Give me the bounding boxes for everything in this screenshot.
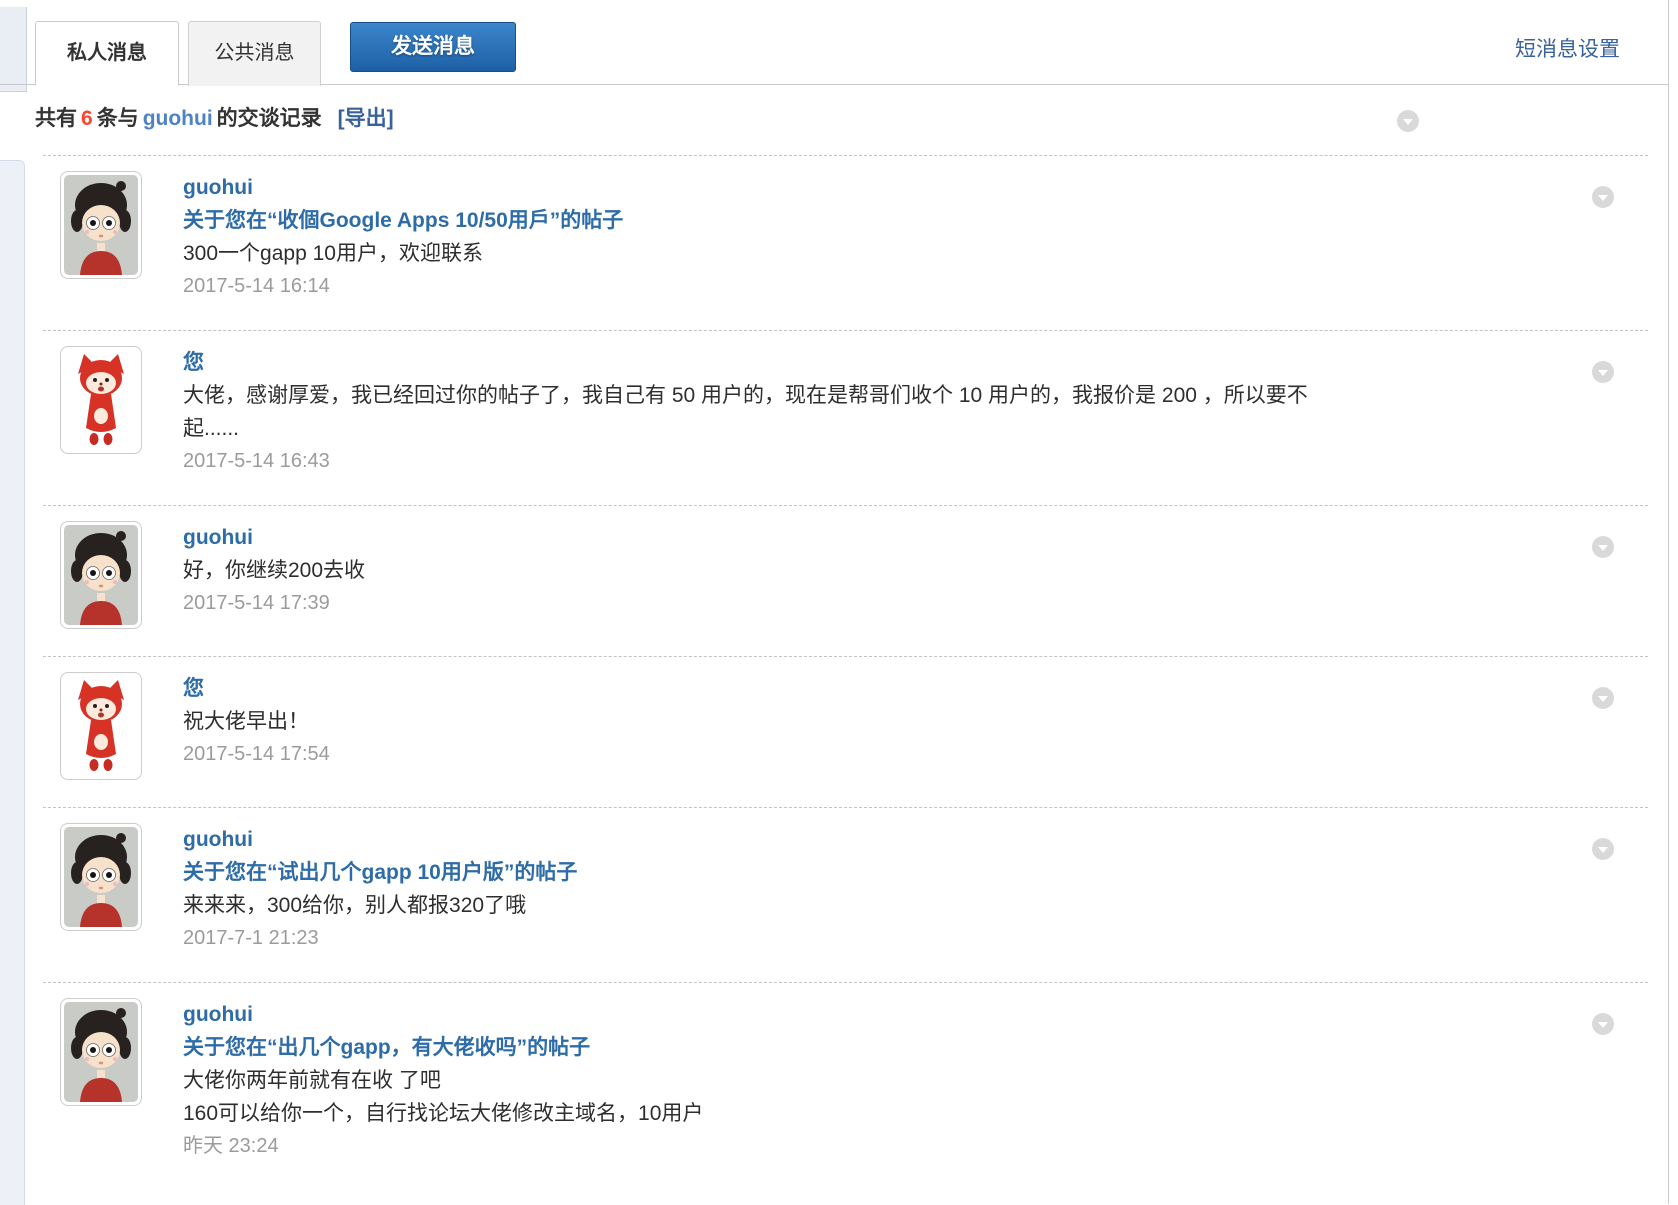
row-dropdown-arrow-icon[interactable]	[1592, 1013, 1614, 1035]
chevron-down-icon	[1403, 119, 1413, 125]
chevron-down-icon	[1598, 195, 1608, 201]
fox-avatar-icon	[64, 676, 138, 776]
sender-name-link[interactable]: guohui	[183, 823, 577, 856]
chevron-down-icon	[1598, 847, 1608, 853]
message-subject-link[interactable]: 关于您在“试出几个gapp 10用户版”的帖子	[183, 856, 577, 889]
background-panel-fragment-bottom	[0, 160, 25, 1205]
chevron-down-icon	[1598, 1022, 1608, 1028]
message-row: 您 大佬，感谢厚爱，我已经回过你的帖子了，我自己有 50 用户的，现在是帮哥们收…	[43, 330, 1648, 505]
chevron-down-icon	[1598, 696, 1608, 702]
fox-avatar-icon	[64, 350, 138, 450]
message-text: 来来来，300给你，别人都报320了哦	[183, 894, 527, 917]
chevron-down-icon	[1598, 370, 1608, 376]
message-text: 大佬你两年前就有在收 了吧	[183, 1069, 441, 1092]
row-dropdown-arrow-icon[interactable]	[1592, 186, 1614, 208]
avatar[interactable]	[60, 521, 142, 629]
row-dropdown-arrow-icon[interactable]	[1592, 361, 1614, 383]
message-row: guohui 关于您在“出几个gapp，有大佬收吗”的帖子 大佬你两年前就有在收…	[43, 982, 1648, 1190]
message-row: guohui 关于您在“收個Google Apps 10/50用戶”的帖子 30…	[43, 155, 1648, 330]
message-time: 2017-5-14 16:14	[183, 275, 330, 297]
conversation-summary: 共有 6 条与 guohui 的交谈记录 [导出]	[35, 86, 394, 152]
avatar[interactable]	[60, 171, 142, 279]
pm-settings-link[interactable]: 短消息设置	[1515, 33, 1620, 63]
message-subject-link[interactable]: 关于您在“收個Google Apps 10/50用戶”的帖子	[183, 204, 623, 237]
message-time: 2017-5-14 16:43	[183, 450, 330, 472]
boy-avatar-icon	[64, 827, 138, 927]
message-content: guohui 关于您在“出几个gapp，有大佬收吗”的帖子 大佬你两年前就有在收…	[183, 998, 703, 1163]
message-content: guohui 关于您在“收個Google Apps 10/50用戶”的帖子 30…	[183, 171, 623, 303]
message-time: 2017-5-14 17:54	[183, 743, 330, 765]
row-dropdown-arrow-icon[interactable]	[1592, 687, 1614, 709]
tab-private-messages[interactable]: 私人消息	[35, 21, 179, 86]
avatar[interactable]	[60, 823, 142, 931]
send-message-button[interactable]: 发送消息	[350, 22, 516, 72]
sender-name-link[interactable]: 您	[183, 346, 1313, 379]
message-text: 300一个gapp 10用户，欢迎联系	[183, 242, 483, 265]
message-text: 160可以给你一个，自行找论坛大佬修改主域名，10用户	[183, 1102, 704, 1125]
chevron-down-icon	[1598, 545, 1608, 551]
boy-avatar-icon	[64, 175, 138, 275]
message-row: 您 祝大佬早出！ 2017-5-14 17:54	[43, 656, 1648, 807]
message-list: guohui 关于您在“收個Google Apps 10/50用戶”的帖子 30…	[43, 155, 1648, 1190]
message-content: guohui 关于您在“试出几个gapp 10用户版”的帖子 来来来，300给你…	[183, 823, 577, 955]
avatar[interactable]	[60, 346, 142, 454]
boy-avatar-icon	[64, 1002, 138, 1102]
message-time: 昨天 23:24	[183, 1135, 279, 1157]
message-text: 好，你继续200去收	[183, 559, 366, 582]
message-row: guohui 好，你继续200去收 2017-5-14 17:39	[43, 505, 1648, 656]
content-right-border	[1668, 0, 1669, 1204]
row-dropdown-arrow-icon[interactable]	[1592, 536, 1614, 558]
message-time: 2017-7-1 21:23	[183, 927, 319, 949]
summary-middle: 条与	[96, 107, 139, 130]
conversation-summary-row: 共有 6 条与 guohui 的交谈记录 [导出]	[0, 86, 1668, 155]
message-count: 6	[81, 107, 93, 130]
sender-name-link[interactable]: guohui	[183, 998, 703, 1031]
sender-name-link[interactable]: guohui	[183, 171, 623, 204]
sender-name-link[interactable]: guohui	[183, 521, 365, 554]
tab-bar: 私人消息 公共消息 发送消息 短消息设置	[0, 0, 1668, 86]
message-text: 大佬，感谢厚爱，我已经回过你的帖子了，我自己有 50 用户的，现在是帮哥们收个 …	[183, 384, 1308, 440]
avatar[interactable]	[60, 672, 142, 780]
row-dropdown-arrow-icon[interactable]	[1592, 838, 1614, 860]
tab-public-messages[interactable]: 公共消息	[188, 21, 321, 86]
summary-prefix: 共有	[35, 107, 77, 130]
message-row: guohui 关于您在“试出几个gapp 10用户版”的帖子 来来来，300给你…	[43, 807, 1648, 982]
conversation-user-link[interactable]: guohui	[143, 107, 213, 130]
message-time: 2017-5-14 17:39	[183, 592, 330, 614]
message-content: guohui 好，你继续200去收 2017-5-14 17:39	[183, 521, 365, 620]
sender-name-link[interactable]: 您	[183, 672, 330, 705]
boy-avatar-icon	[64, 525, 138, 625]
avatar[interactable]	[60, 998, 142, 1106]
message-content: 您 大佬，感谢厚爱，我已经回过你的帖子了，我自己有 50 用户的，现在是帮哥们收…	[183, 346, 1313, 478]
header-dropdown-arrow-icon[interactable]	[1397, 110, 1419, 132]
message-subject-link[interactable]: 关于您在“出几个gapp，有大佬收吗”的帖子	[183, 1031, 703, 1064]
export-link[interactable]: [导出]	[338, 107, 394, 130]
summary-suffix: 的交谈记录	[216, 107, 322, 130]
message-content: 您 祝大佬早出！ 2017-5-14 17:54	[183, 672, 330, 771]
message-text: 祝大佬早出！	[183, 710, 309, 733]
